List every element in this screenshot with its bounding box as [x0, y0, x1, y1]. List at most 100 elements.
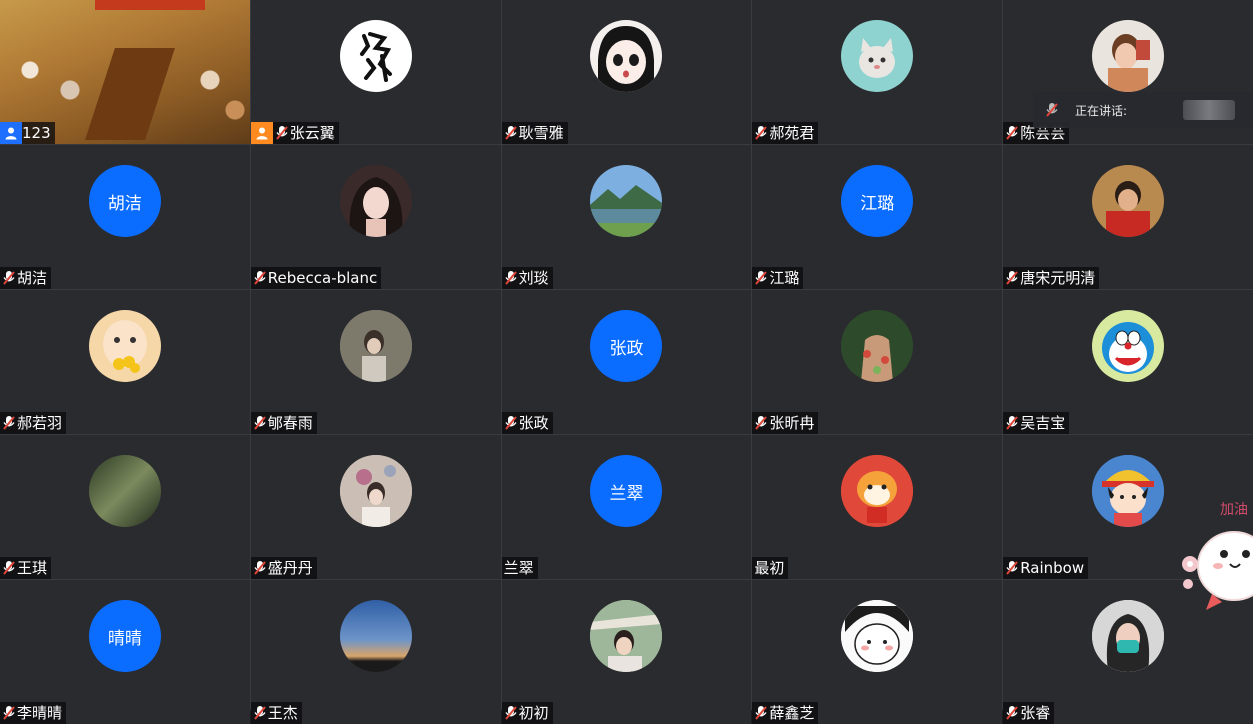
avatar: 张政: [590, 310, 663, 382]
participant-tile[interactable]: 江璐 江璐: [752, 145, 1003, 289]
participant-name-bar: 张睿: [1003, 702, 1055, 724]
muted-mic-icon: [504, 415, 518, 431]
participant-tile[interactable]: 刘琰: [501, 145, 752, 289]
participant-name-bar: 王琪: [0, 557, 52, 579]
muted-mic-icon: [2, 415, 16, 431]
participant-tile[interactable]: 唐宋元明清: [1003, 145, 1253, 289]
avatar: [88, 310, 161, 382]
participant-name: 郝若羽: [17, 414, 63, 432]
muted-mic-icon: [2, 270, 16, 286]
participant-tile[interactable]: 兰翠 兰翠: [501, 435, 752, 579]
avatar: [590, 600, 663, 672]
participant-tile[interactable]: 盛丹丹: [250, 435, 501, 579]
muted-mic-icon: [2, 560, 16, 576]
participant-tile[interactable]: 最初: [752, 435, 1003, 579]
avatar: [841, 600, 914, 672]
participant-name-bar: 123: [0, 122, 55, 144]
muted-mic-icon: [253, 560, 267, 576]
participant-name-bar: 张政: [501, 412, 553, 434]
muted-mic-icon: [253, 415, 267, 431]
participant-name-bar: 最初: [752, 557, 789, 579]
avatar: 晴晴: [88, 600, 161, 672]
participant-tile[interactable]: 张昕冉: [752, 290, 1003, 434]
participant-name-bar: 盛丹丹: [250, 557, 317, 579]
participant-name: 王琪: [17, 559, 48, 577]
participant-name: 吴吉宝: [1020, 414, 1066, 432]
participant-tile[interactable]: 薛鑫芝: [752, 580, 1003, 724]
participant-name: Rebecca-blanc: [267, 269, 378, 287]
participant-name: 最初: [754, 559, 785, 577]
muted-mic-icon: [504, 270, 518, 286]
participant-tile[interactable]: 吴吉宝: [1003, 290, 1253, 434]
speaking-indicator: 正在讲话:: [1033, 92, 1253, 128]
participant-name: 兰翠: [503, 559, 534, 577]
participant-tile[interactable]: Rainbow: [1003, 435, 1253, 579]
participant-name-bar: 吴吉宝: [1003, 412, 1070, 434]
participant-name-bar: 郝若羽: [0, 412, 67, 434]
avatar: [841, 20, 914, 92]
participant-name: 胡洁: [17, 269, 48, 287]
participant-name: 李晴晴: [17, 704, 63, 722]
muted-mic-icon: [754, 270, 768, 286]
avatar: [339, 600, 412, 672]
speaker-name-blurred: [1183, 100, 1235, 120]
user-icon: [250, 122, 273, 144]
participant-name-bar: 耿雪雅: [501, 122, 568, 144]
participant-name: 张睿: [1020, 704, 1051, 722]
speaking-label: 正在讲话:: [1075, 103, 1128, 118]
participant-name: 张云翼: [289, 124, 335, 142]
muted-mic-icon: [253, 705, 267, 721]
participant-name-bar: 薛鑫芝: [752, 702, 819, 724]
participant-name: Rainbow: [1020, 559, 1085, 577]
participant-name: 初初: [518, 704, 549, 722]
avatar: 胡洁: [88, 165, 161, 237]
participant-name-bar: 张昕冉: [752, 412, 819, 434]
participant-tile[interactable]: 王琪: [0, 435, 250, 579]
participant-name: 张昕冉: [769, 414, 815, 432]
participant-name-bar: 张云翼: [250, 122, 339, 144]
avatar: [88, 455, 161, 527]
muted-mic-icon: [754, 125, 768, 141]
avatar: [1092, 455, 1165, 527]
participant-tile[interactable]: 耿雪雅: [501, 0, 752, 144]
participant-name: 刘琰: [518, 269, 549, 287]
avatar: [590, 165, 663, 237]
participant-tile[interactable]: 张睿: [1003, 580, 1253, 724]
participant-tile[interactable]: 郝若羽: [0, 290, 250, 434]
participant-tile[interactable]: 郇春雨: [250, 290, 501, 434]
avatar: [590, 20, 663, 92]
muted-mic-icon: [1005, 705, 1019, 721]
participant-name-bar: Rainbow: [1003, 557, 1089, 579]
muted-mic-icon: [754, 415, 768, 431]
muted-mic-icon: [1045, 102, 1059, 118]
participant-tile[interactable]: 初初: [501, 580, 752, 724]
participant-name: 123: [22, 124, 51, 142]
participant-tile[interactable]: 张政 张政: [501, 290, 752, 434]
participant-name-bar: 兰翠: [501, 557, 538, 579]
muted-mic-icon: [1005, 270, 1019, 286]
avatar: 江璐: [841, 165, 914, 237]
participant-name: 郝苑君: [769, 124, 815, 142]
participant-tile[interactable]: 胡洁 胡洁: [0, 145, 250, 289]
avatar: 兰翠: [590, 455, 663, 527]
muted-mic-icon: [1005, 125, 1019, 141]
participant-tile[interactable]: 王杰: [250, 580, 501, 724]
muted-mic-icon: [1005, 560, 1019, 576]
participant-name-bar: 初初: [501, 702, 553, 724]
participant-name: 王杰: [267, 704, 298, 722]
muted-mic-icon: [504, 705, 518, 721]
participant-name: 江璐: [769, 269, 800, 287]
muted-mic-icon: [275, 125, 289, 141]
participant-tile[interactable]: 123: [0, 0, 250, 144]
participant-tile[interactable]: 张云翼: [250, 0, 501, 144]
avatar: [339, 165, 412, 237]
muted-mic-icon: [1005, 415, 1019, 431]
avatar: [1092, 310, 1165, 382]
avatar: [1092, 600, 1165, 672]
participant-tile[interactable]: 郝苑君: [752, 0, 1003, 144]
participant-name-bar: Rebecca-blanc: [250, 267, 382, 289]
participant-tile[interactable]: 晴晴 李晴晴: [0, 580, 250, 724]
participant-name: 盛丹丹: [267, 559, 313, 577]
participant-tile[interactable]: Rebecca-blanc: [250, 145, 501, 289]
participant-name-bar: 李晴晴: [0, 702, 67, 724]
